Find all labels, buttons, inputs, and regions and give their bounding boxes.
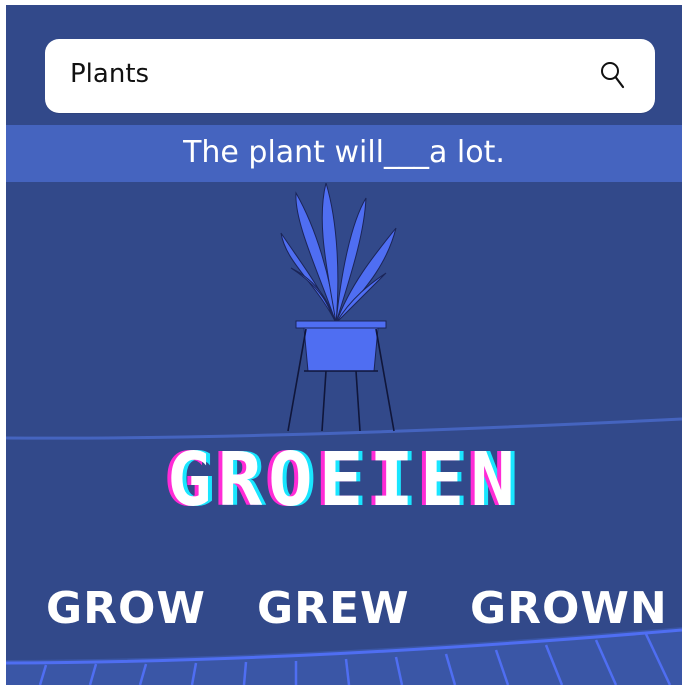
search-bar[interactable]: Plants — [45, 39, 655, 113]
answer-option-grown[interactable]: GROWN — [470, 583, 668, 634]
canvas: Plants The plant will___a lot. GROEIEN G… — [6, 5, 682, 685]
sentence-banner: The plant will___a lot. — [6, 125, 682, 182]
search-input[interactable]: Plants — [70, 59, 149, 89]
dutch-verb-title: GROEIEN — [167, 437, 521, 523]
answer-option-grew[interactable]: GREW — [257, 583, 410, 634]
answer-option-grow[interactable]: GROW — [46, 583, 206, 634]
search-icon[interactable] — [597, 59, 629, 91]
sentence-text: The plant will___a lot. — [183, 135, 505, 170]
plant-illustration — [280, 183, 397, 432]
